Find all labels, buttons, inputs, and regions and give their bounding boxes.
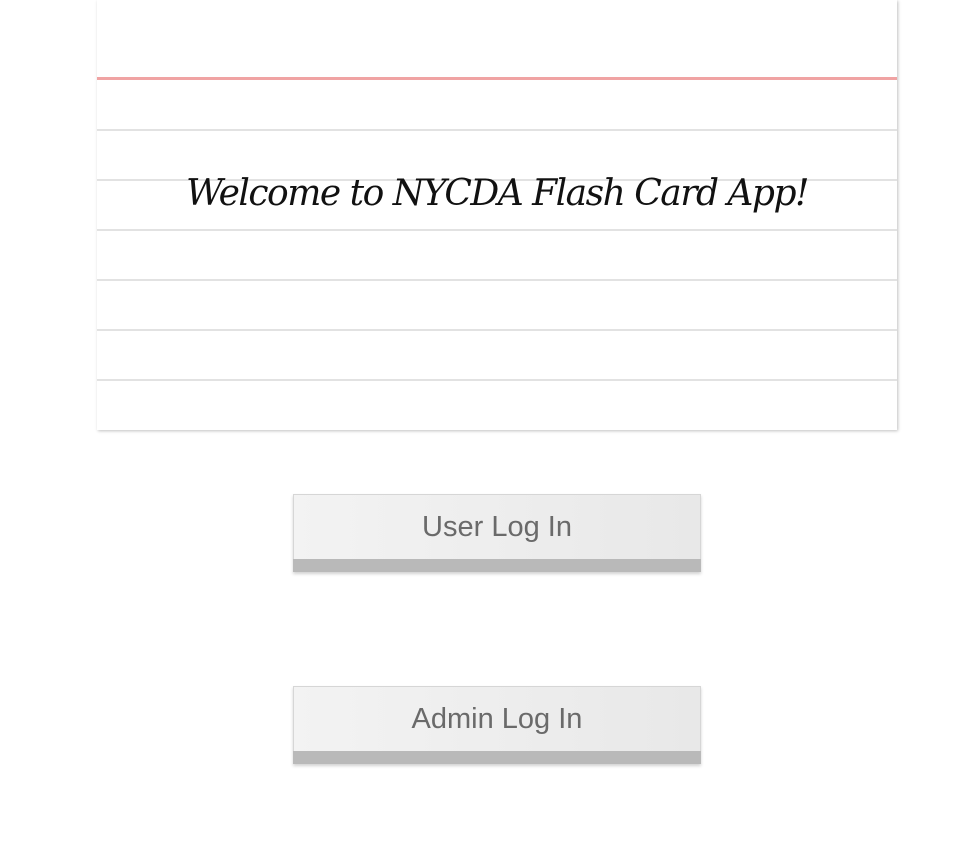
card-rule-line [97,379,897,381]
user-login-button[interactable]: User Log In [293,494,701,572]
card-rule-line [97,279,897,281]
admin-login-label: Admin Log In [411,703,583,735]
page-title: Welcome to NYCDA Flash Card App! [186,173,810,214]
card-rule-line [97,229,897,231]
card-margin-line [97,77,897,80]
card-rule-line [97,129,897,131]
user-login-label: User Log In [422,511,572,543]
index-card: Welcome to NYCDA Flash Card App! [97,0,897,430]
admin-login-button[interactable]: Admin Log In [293,686,701,764]
card-rule-line [97,329,897,331]
